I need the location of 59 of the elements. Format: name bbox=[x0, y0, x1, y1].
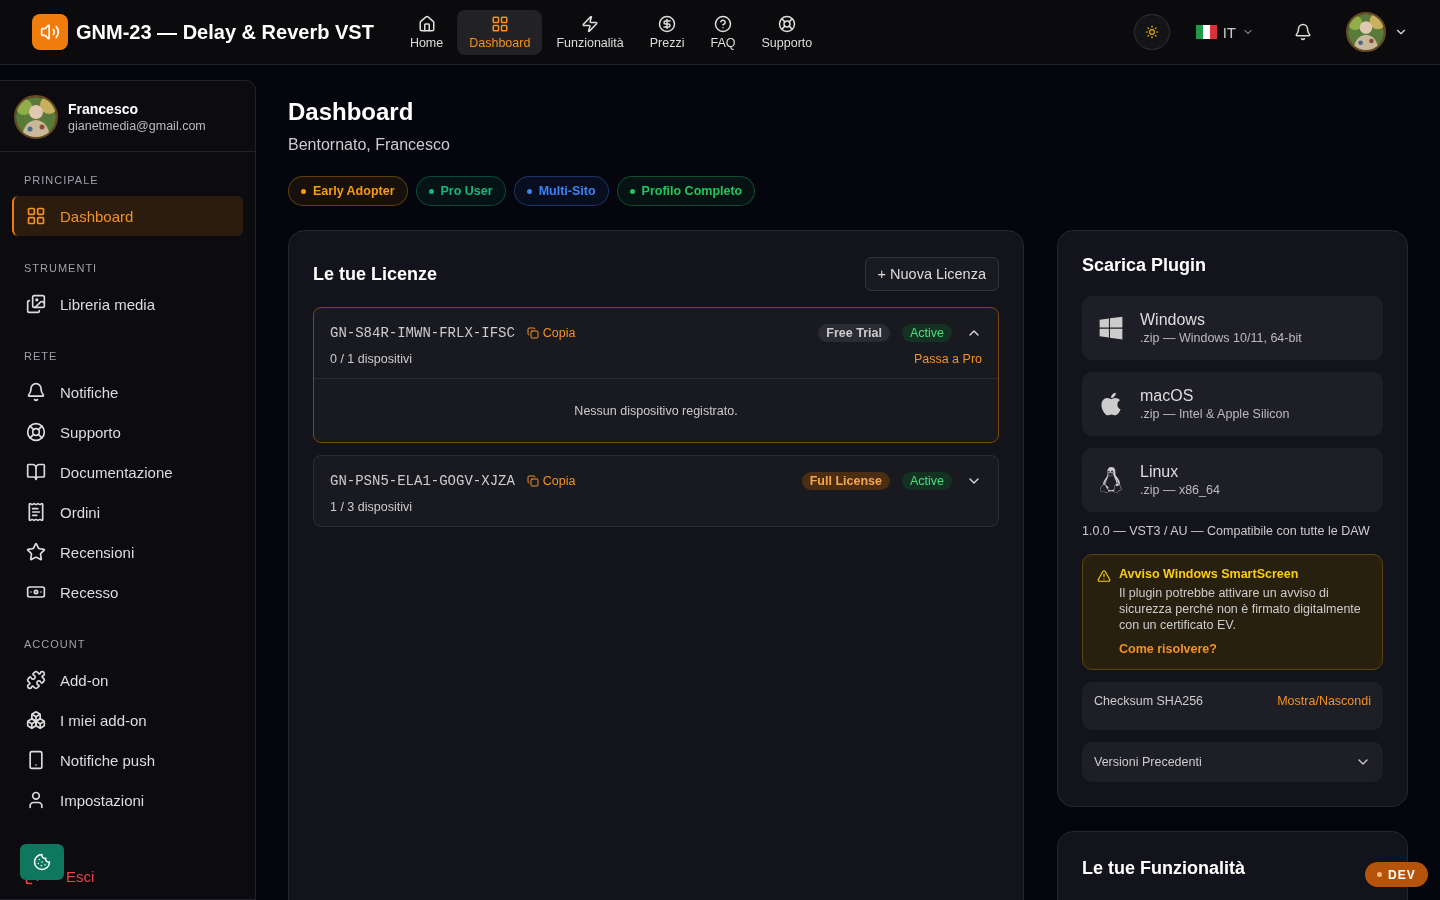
achievement-badge: Pro User bbox=[415, 176, 506, 206]
sidebar-item[interactable]: Notifiche push bbox=[12, 740, 243, 780]
toggle-link[interactable]: Mostra/Nascondi bbox=[1277, 694, 1371, 708]
sidebar-item[interactable]: Recensioni bbox=[12, 532, 243, 572]
sidebar-item[interactable]: I miei add-on bbox=[12, 700, 243, 740]
card-title: Le tue Funzionalità bbox=[1082, 858, 1246, 879]
user-email: gianetmedia@gmail.com bbox=[68, 119, 206, 133]
nav-tab[interactable]: Funzionalità bbox=[544, 9, 636, 55]
device-count: 0 / 1 dispositivi bbox=[330, 352, 412, 366]
copy-button[interactable]: Copia bbox=[526, 326, 576, 340]
nav-tab[interactable]: Supporto bbox=[749, 9, 825, 55]
nav-tab[interactable]: Dashboard bbox=[457, 9, 543, 55]
sidebar-item[interactable]: Add-on bbox=[12, 660, 243, 700]
achievement-badge: Multi-Sito bbox=[513, 176, 609, 206]
warning-title: Avviso Windows SmartScreen bbox=[1119, 567, 1300, 581]
upgrade-link[interactable]: Passa a Pro bbox=[913, 352, 982, 366]
section-title: ACCOUNT bbox=[23, 637, 87, 652]
warning-text: Il plugin potrebbe attivare un avviso di sicurezza perché non è firmato digitalmente con un certificato EV. bbox=[1119, 585, 1362, 633]
previous-versions-dropdown[interactable]: Versioni Precedenti bbox=[1082, 742, 1383, 782]
help-link[interactable]: Come risolvere? bbox=[1119, 642, 1217, 656]
app-title: GNM-23 — Delay & Reverb VST bbox=[76, 20, 374, 44]
download-button[interactable]: Linux .zip — x86_64 bbox=[1082, 448, 1383, 512]
download-button[interactable]: macOS .zip — Intel & Apple Silicon bbox=[1082, 372, 1383, 436]
section-title: RETE bbox=[23, 349, 59, 364]
welcome-text: Bentornato, Francesco bbox=[288, 136, 451, 154]
plan-tag: Full License bbox=[801, 472, 890, 490]
section-title: STRUMENTI bbox=[23, 261, 99, 276]
sidebar-item[interactable]: Impostazioni bbox=[12, 780, 243, 820]
nav-tab[interactable]: FAQ bbox=[698, 9, 748, 55]
checksum-label: Checksum SHA256 bbox=[1094, 694, 1204, 708]
copy-button[interactable]: Copia bbox=[526, 474, 576, 488]
status-tag: Active bbox=[901, 324, 952, 342]
license-key: GN-S84R-IMWN-FRLX-IFSC bbox=[330, 325, 515, 341]
sidebar-item[interactable]: Dashboard bbox=[12, 196, 243, 236]
sidebar-item[interactable]: Documentazione bbox=[12, 452, 243, 492]
device-count: 1 / 3 dispositivi bbox=[330, 500, 412, 514]
section-title: PRINCIPALE bbox=[23, 173, 100, 188]
nav-tab[interactable]: Prezzi bbox=[637, 9, 697, 55]
sidebar-item[interactable]: Notifiche bbox=[12, 372, 243, 412]
version-note: 1.0.0 — VST3 / AU — Compatibile con tutte le DAW bbox=[1082, 524, 1371, 538]
dev-badge: DEV bbox=[1365, 862, 1428, 887]
card-title: Scarica Plugin bbox=[1082, 255, 1208, 276]
card-title: Le tue Licenze bbox=[313, 263, 438, 285]
status-tag: Active bbox=[901, 472, 952, 490]
sidebar-item[interactable]: Recesso bbox=[12, 572, 243, 612]
sidebar-item[interactable]: Libreria media bbox=[12, 284, 243, 324]
empty-message: Nessun dispositivo registrato. bbox=[574, 403, 738, 418]
nav-tab[interactable]: Home bbox=[397, 9, 456, 55]
plan-tag: Free Trial bbox=[818, 324, 890, 342]
page-title: Dashboard bbox=[288, 98, 415, 126]
achievement-badge: Early Adopter bbox=[288, 176, 408, 206]
sidebar-item[interactable]: Supporto bbox=[12, 412, 243, 452]
user-name: Francesco bbox=[68, 101, 140, 117]
download-button[interactable]: Windows .zip — Windows 10/11, 64-bit bbox=[1082, 296, 1383, 360]
license-key: GN-PSN5-ELA1-GOGV-XJZA bbox=[330, 473, 515, 489]
sidebar-item[interactable]: Ordini bbox=[12, 492, 243, 532]
language-selector[interactable]: IT bbox=[1189, 22, 1260, 42]
new-license-button[interactable]: + Nuova Licenza bbox=[864, 257, 999, 291]
achievement-badge: Profilo Completo bbox=[616, 176, 756, 206]
